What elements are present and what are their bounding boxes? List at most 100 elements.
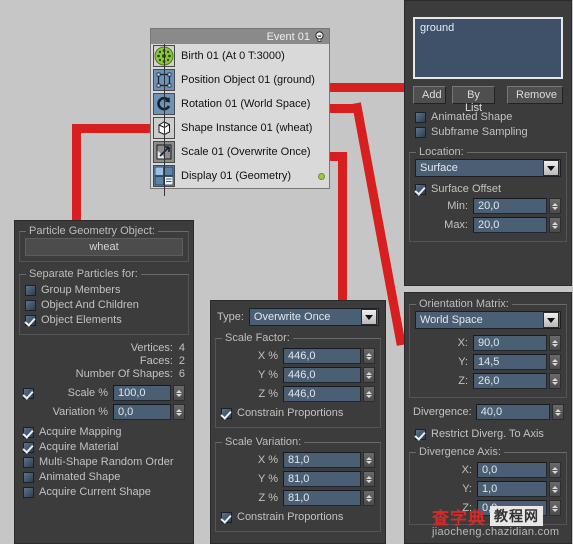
checkbox-box[interactable] [221, 407, 232, 419]
operator-row-shape-instance[interactable]: Shape Instance 01 (wheat) [151, 116, 329, 140]
checkbox-box[interactable] [25, 314, 36, 326]
max-spinner[interactable] [549, 217, 561, 233]
checkbox-constrain-proportions-factor[interactable]: Constrain Proportions [221, 407, 375, 419]
light-bulb-icon[interactable] [314, 31, 325, 42]
checkbox-subframe-sampling[interactable]: Subframe Sampling [415, 126, 561, 138]
by-list-button[interactable]: By List [452, 86, 495, 114]
scale-variation-z-spinner[interactable] [363, 490, 375, 506]
display-enabled-dot[interactable] [318, 172, 325, 180]
scale-variation-z-row[interactable]: Z % 81,0 [221, 490, 375, 506]
chevron-down-icon[interactable] [361, 309, 377, 325]
min-spinner[interactable] [549, 198, 561, 214]
checkbox-box[interactable] [23, 456, 34, 468]
divergence-axis-x-field[interactable]: 0,0 [477, 462, 547, 478]
checkbox-object-elements[interactable]: Object Elements [25, 314, 183, 326]
checkbox-box[interactable] [23, 486, 34, 498]
operator-row-display[interactable]: Display 01 (Geometry) [151, 164, 329, 188]
emitter-list-box[interactable]: ground [413, 17, 563, 79]
divergence-axis-x-spinner[interactable] [549, 462, 561, 478]
operator-row-scale[interactable]: Scale 01 (Overwrite Once) [151, 140, 329, 164]
type-row[interactable]: Type: Overwrite Once [217, 308, 379, 326]
scale-factor-x-row[interactable]: X % 446,0 [221, 348, 375, 364]
emitter-list-item[interactable]: ground [420, 22, 454, 34]
checkbox-constrain-proportions-variation[interactable]: Constrain Proportions [221, 511, 375, 523]
checkbox-box[interactable] [23, 426, 34, 438]
divergence-axis-x-row[interactable]: X: 0,0 [415, 462, 561, 478]
checkbox-acquire-current-shape[interactable]: Acquire Current Shape [23, 486, 185, 498]
checkbox-scale-enable[interactable] [23, 387, 34, 399]
orientation-y-field[interactable]: 14,5 [473, 354, 547, 370]
checkbox-box[interactable] [23, 441, 34, 453]
orientation-x-row[interactable]: X: 90,0 [415, 335, 561, 351]
orientation-z-spinner[interactable] [549, 373, 561, 389]
scale-variation-y-spinner[interactable] [363, 471, 375, 487]
scale-factor-x-spinner[interactable] [363, 348, 375, 364]
divergence-field[interactable]: 40,0 [475, 404, 550, 420]
location-dropdown[interactable]: Surface [415, 159, 561, 177]
divergence-axis-y-field[interactable]: 1,0 [477, 481, 547, 497]
min-row[interactable]: Min: 20,0 [415, 198, 561, 214]
checkbox-box[interactable] [23, 471, 34, 483]
orientation-y-row[interactable]: Y: 14,5 [415, 354, 561, 370]
checkbox-restrict-divergence-to-axis[interactable]: Restrict Diverg. To Axis [415, 428, 563, 440]
object-name-field[interactable]: wheat [25, 238, 183, 256]
checkbox-box[interactable] [25, 284, 36, 296]
scale-variation-z-field[interactable]: 81,0 [283, 490, 361, 506]
scale-factor-y-field[interactable]: 446,0 [283, 367, 361, 383]
checkbox-box[interactable] [221, 511, 232, 523]
checkbox-acquire-mapping[interactable]: Acquire Mapping [23, 426, 185, 438]
checkbox-animated-shape[interactable]: Animated Shape [415, 111, 561, 123]
scale-factor-z-field[interactable]: 446,0 [283, 386, 361, 402]
checkbox-box[interactable] [415, 428, 426, 440]
variation-percent-row[interactable]: Variation % 0,0 [23, 404, 185, 420]
divergence-axis-y-spinner[interactable] [549, 481, 561, 497]
min-field[interactable]: 20,0 [473, 198, 547, 214]
checkbox-object-and-children[interactable]: Object And Children [25, 299, 183, 311]
variation-percent-field[interactable]: 0,0 [113, 404, 171, 420]
orientation-dropdown[interactable]: World Space [415, 311, 561, 329]
checkbox-box[interactable] [415, 183, 426, 195]
orientation-x-field[interactable]: 90,0 [473, 335, 547, 351]
operator-row-rotation[interactable]: Rotation 01 (World Space) [151, 92, 329, 116]
orientation-y-spinner[interactable] [549, 354, 561, 370]
chevron-down-icon[interactable] [543, 312, 559, 328]
checkbox-surface-offset[interactable]: Surface Offset [415, 183, 561, 195]
event-node[interactable]: Event 01 Birth 01 (At 0 T:3000) Position… [150, 28, 330, 196]
scale-factor-y-row[interactable]: Y % 446,0 [221, 367, 375, 383]
scale-percent-spinner[interactable] [173, 385, 185, 401]
event-header[interactable]: Event 01 [151, 29, 329, 44]
divergence-axis-y-row[interactable]: Y: 1,0 [415, 481, 561, 497]
scale-variation-y-field[interactable]: 81,0 [283, 471, 361, 487]
remove-button[interactable]: Remove [507, 86, 563, 104]
scale-percent-row[interactable]: Scale % 100,0 [23, 385, 185, 401]
chevron-down-icon[interactable] [543, 160, 559, 176]
checkbox-animated-shape[interactable]: Animated Shape [23, 471, 185, 483]
orientation-x-spinner[interactable] [549, 335, 561, 351]
checkbox-box[interactable] [415, 126, 426, 138]
operator-row-birth[interactable]: Birth 01 (At 0 T:3000) [151, 44, 329, 68]
scale-factor-y-spinner[interactable] [363, 367, 375, 383]
orientation-z-field[interactable]: 26,0 [473, 373, 547, 389]
scale-percent-field[interactable]: 100,0 [113, 385, 171, 401]
checkbox-box[interactable] [25, 299, 36, 311]
checkbox-box[interactable] [415, 111, 426, 123]
scale-variation-x-field[interactable]: 81,0 [283, 452, 361, 468]
max-field[interactable]: 20,0 [473, 217, 547, 233]
add-button[interactable]: Add [413, 86, 446, 104]
scale-variation-x-row[interactable]: X % 81,0 [221, 452, 375, 468]
checkbox-multi-shape-random-order[interactable]: Multi-Shape Random Order [23, 456, 185, 468]
divergence-spinner[interactable] [551, 404, 564, 420]
checkbox-acquire-material[interactable]: Acquire Material [23, 441, 185, 453]
scale-factor-x-field[interactable]: 446,0 [283, 348, 361, 364]
scale-factor-z-spinner[interactable] [363, 386, 375, 402]
scale-variation-y-row[interactable]: Y % 81,0 [221, 471, 375, 487]
orientation-z-row[interactable]: Z: 26,0 [415, 373, 561, 389]
variation-percent-spinner[interactable] [173, 404, 185, 420]
max-row[interactable]: Max: 20,0 [415, 217, 561, 233]
operator-row-position-object[interactable]: Position Object 01 (ground) [151, 68, 329, 92]
checkbox-group-members[interactable]: Group Members [25, 284, 183, 296]
type-dropdown[interactable]: Overwrite Once [248, 308, 379, 326]
divergence-row[interactable]: Divergence: 40,0 [413, 404, 565, 420]
scale-variation-x-spinner[interactable] [363, 452, 375, 468]
scale-factor-z-row[interactable]: Z % 446,0 [221, 386, 375, 402]
